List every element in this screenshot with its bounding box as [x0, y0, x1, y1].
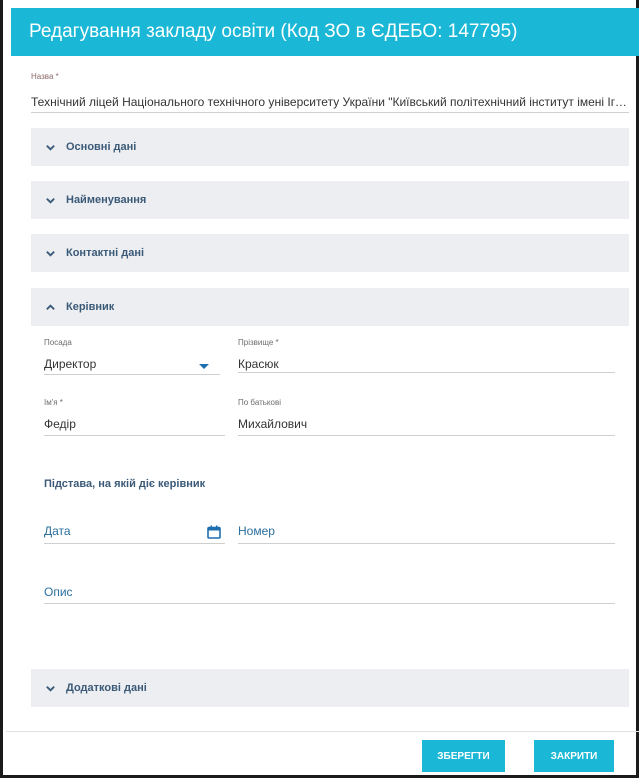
position-label: Посада [44, 338, 72, 347]
section-additional-label: Додаткові дані [66, 682, 147, 694]
chevron-down-icon [45, 683, 56, 694]
chevron-down-icon [45, 248, 56, 259]
description-underline [44, 603, 615, 604]
number-field[interactable]: Номер [238, 524, 275, 538]
number-underline [238, 543, 615, 544]
firstname-underline [44, 435, 225, 436]
section-contacts[interactable]: Контактні дані [31, 234, 629, 272]
footer-divider [6, 731, 639, 732]
patronymic-label: По батькові [238, 398, 281, 407]
section-naming-label: Найменування [66, 194, 147, 206]
section-additional[interactable]: Додаткові дані [31, 669, 629, 707]
basis-heading: Підстава, на якій діє керівник [44, 478, 206, 490]
chevron-down-icon [45, 142, 56, 153]
section-head[interactable]: Керівник [31, 288, 629, 326]
chevron-up-icon [45, 302, 56, 313]
position-select[interactable]: Директор [44, 357, 96, 371]
edit-institution-dialog: Редагування закладу освіти (Код ЗО в ЄДЕ… [0, 0, 639, 778]
section-head-label: Керівник [66, 301, 115, 313]
section-naming[interactable]: Найменування [31, 181, 629, 219]
surname-field[interactable]: Красюк [238, 357, 279, 371]
name-field[interactable]: Технічний ліцей Національного технічного… [31, 95, 629, 109]
calendar-icon[interactable] [207, 525, 221, 539]
date-field[interactable]: Дата [44, 524, 71, 538]
dialog-title: Редагування закладу освіти (Код ЗО в ЄДЕ… [11, 8, 639, 56]
date-underline [44, 543, 225, 544]
surname-label: Прізвище * [238, 338, 279, 347]
caret-down-icon[interactable] [199, 364, 209, 369]
patronymic-field[interactable]: Михайлович [238, 417, 307, 431]
position-underline [44, 374, 220, 375]
firstname-field[interactable]: Федір [44, 417, 76, 431]
section-contacts-label: Контактні дані [66, 247, 145, 259]
surname-underline [238, 372, 615, 373]
firstname-label: Ім'я * [44, 398, 63, 407]
save-button[interactable]: ЗБЕРЕГТИ [422, 740, 505, 772]
patronymic-underline [238, 435, 615, 436]
section-main-data-label: Основні дані [66, 141, 137, 153]
description-field[interactable]: Опис [44, 585, 73, 599]
name-field-underline [31, 112, 629, 113]
close-button[interactable]: ЗАКРИТИ [534, 740, 614, 772]
section-main-data[interactable]: Основні дані [31, 128, 629, 166]
name-label: Назва * [31, 72, 59, 81]
chevron-down-icon [45, 195, 56, 206]
